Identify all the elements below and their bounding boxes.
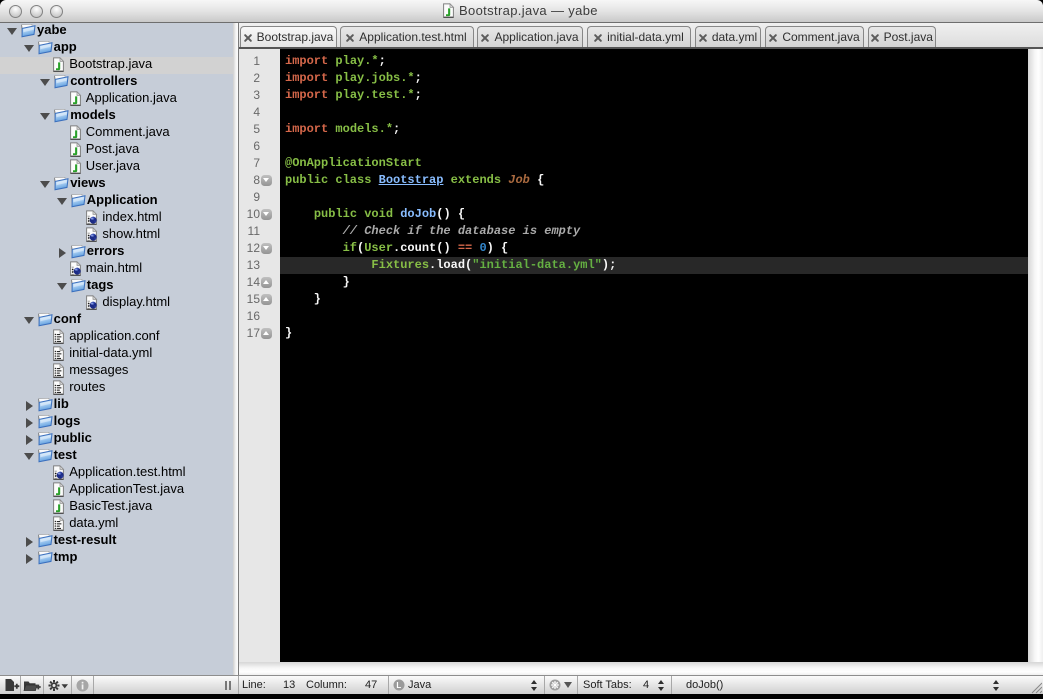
svg-text:L: L xyxy=(396,681,401,690)
